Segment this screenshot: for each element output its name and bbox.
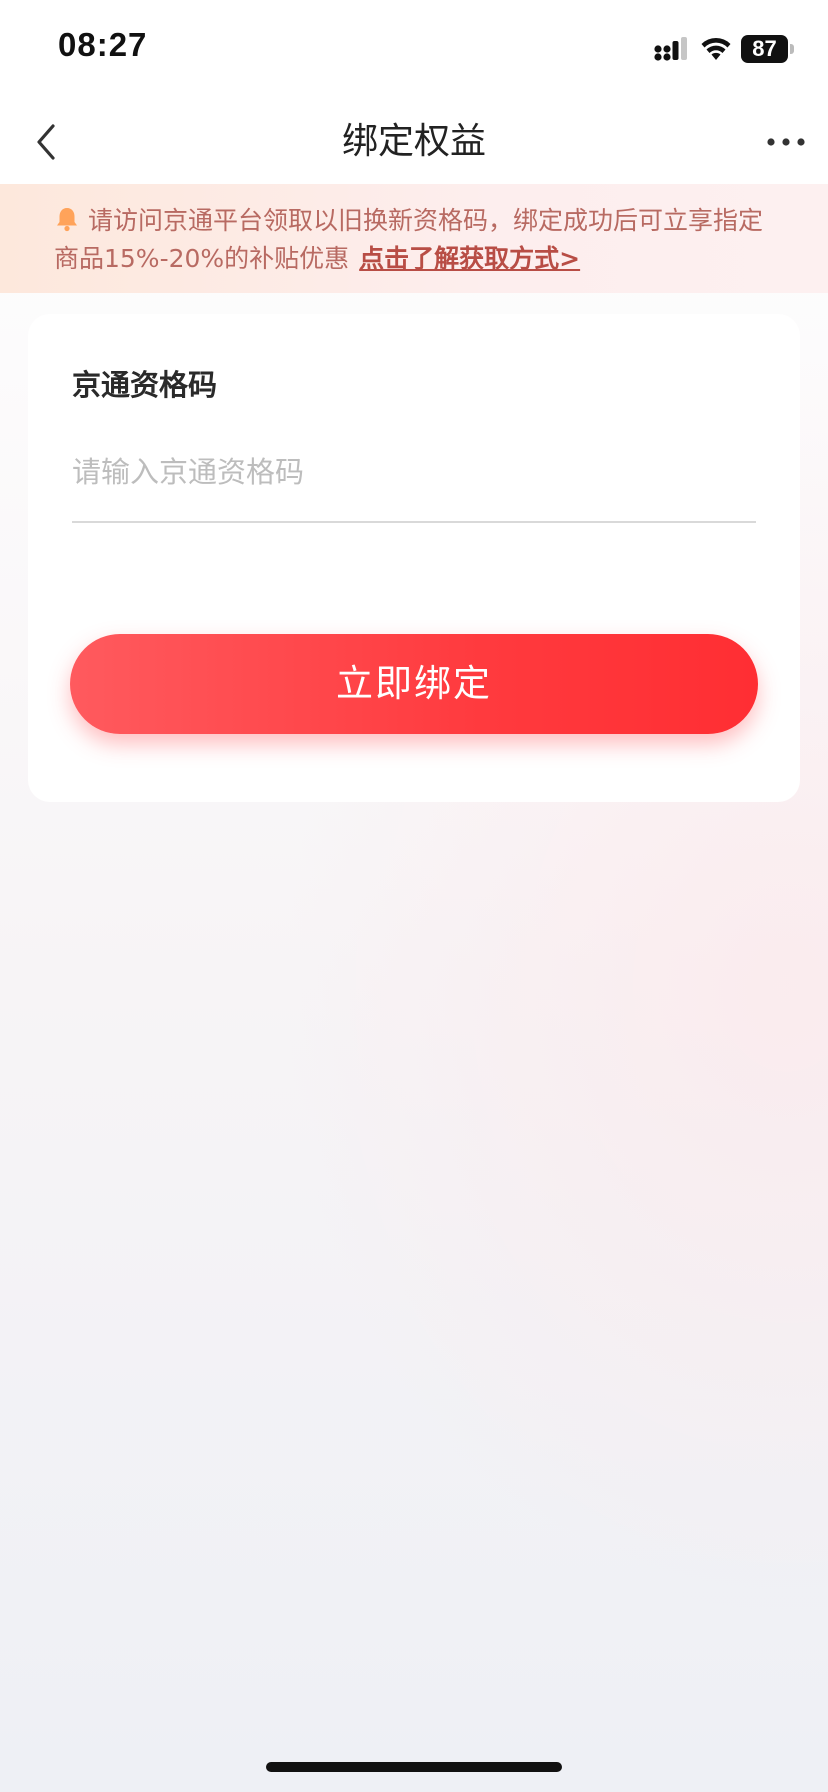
home-indicator <box>266 1762 562 1772</box>
status-time: 08:27 <box>58 26 148 63</box>
notice-learn-more-link[interactable]: 点击了解获取方式> <box>359 244 580 273</box>
battery-indicator: 87 <box>741 35 794 63</box>
notice-text-block: 请访问京通平台领取以旧换新资格码，绑定成功后可立享指定商品15%-20%的补贴优… <box>54 202 784 278</box>
status-bar: 08:27 87 <box>0 0 828 100</box>
input-underline <box>72 521 756 523</box>
bell-icon <box>57 208 77 232</box>
battery-level: 87 <box>741 35 788 63</box>
notice-banner: 请访问京通平台领取以旧换新资格码，绑定成功后可立享指定商品15%-20%的补贴优… <box>0 184 828 293</box>
qualification-code-label: 京通资格码 <box>72 368 218 402</box>
bind-card: 京通资格码 立即绑定 <box>28 314 800 802</box>
qualification-code-input[interactable] <box>72 442 756 502</box>
navigation-bar: 绑定权益 <box>0 100 828 184</box>
more-dots-icon <box>767 138 805 146</box>
cellular-signal-icon <box>654 37 687 61</box>
page-title: 绑定权益 <box>341 121 486 162</box>
bind-now-button[interactable]: 立即绑定 <box>70 634 758 734</box>
wifi-icon <box>701 37 731 60</box>
battery-tip <box>790 44 794 54</box>
more-options-button[interactable] <box>760 116 812 168</box>
